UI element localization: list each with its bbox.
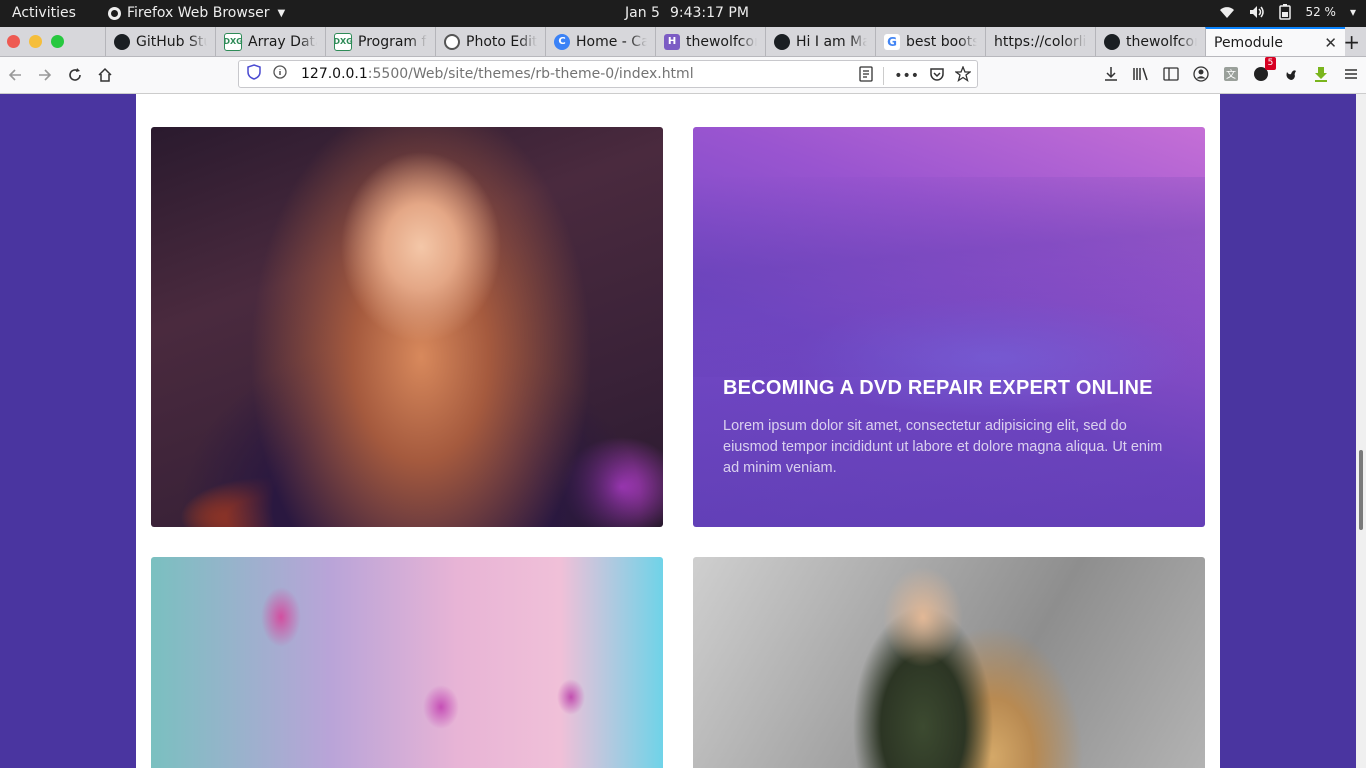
tab-label: GitHub Stu bbox=[136, 33, 207, 50]
tracking-protection-shield-icon[interactable] bbox=[247, 64, 261, 84]
dxg-icon: DXG bbox=[223, 32, 243, 51]
card-description: Lorem ipsum dolor sit amet, consectetur … bbox=[723, 418, 1163, 476]
tab-hi-i-am[interactable]: Hi I am Ma bbox=[765, 27, 875, 56]
github-icon bbox=[114, 33, 130, 50]
wifi-icon bbox=[1219, 5, 1235, 19]
tab-label: Program fo bbox=[358, 33, 427, 50]
tab-label: Photo Edit bbox=[466, 33, 537, 50]
tab-photo-edit[interactable]: Photo Edit bbox=[435, 27, 545, 56]
tab-best-boots[interactable]: G best boots bbox=[875, 27, 985, 56]
tab-label: Pemodule bbox=[1214, 34, 1284, 51]
scrollbar-thumb[interactable] bbox=[1359, 450, 1363, 530]
battery-icon bbox=[1279, 4, 1292, 20]
tab-label: Hi I am Ma bbox=[796, 33, 867, 50]
dxg-icon: DXG bbox=[333, 32, 353, 51]
new-tab-button[interactable]: + bbox=[1343, 30, 1360, 54]
downloads-icon[interactable] bbox=[1102, 65, 1120, 83]
extension-counter-icon[interactable]: 5 bbox=[1252, 57, 1276, 83]
activities-button[interactable]: Activities bbox=[12, 5, 76, 21]
tab-label: thewolfcon bbox=[686, 33, 757, 50]
extension-gnome-icon[interactable] bbox=[1282, 65, 1300, 83]
tab-thewolfcon-hashnode[interactable]: H thewolfcon bbox=[655, 27, 765, 56]
canva-icon: C bbox=[554, 33, 570, 50]
clock-date: Jan 5 bbox=[625, 5, 660, 21]
card-image-girl[interactable] bbox=[151, 127, 663, 527]
library-icon[interactable] bbox=[1132, 65, 1150, 83]
forward-arrow-icon[interactable] bbox=[35, 65, 55, 85]
tab-close-icon[interactable]: ✕ bbox=[1324, 34, 1337, 52]
account-icon[interactable] bbox=[1192, 65, 1210, 83]
url-divider bbox=[883, 67, 885, 85]
tab-home-canva[interactable]: C Home - Ca bbox=[545, 27, 655, 56]
sidebar-toggle-icon[interactable] bbox=[1162, 65, 1180, 83]
back-arrow-icon[interactable] bbox=[5, 65, 25, 85]
card-image-women-hiking[interactable] bbox=[693, 557, 1205, 768]
reload-icon[interactable] bbox=[65, 65, 85, 85]
github-icon bbox=[1104, 33, 1120, 50]
tab-github-stu[interactable]: GitHub Stu bbox=[105, 27, 215, 56]
url-text[interactable]: 127.0.0.1:5500/Web/site/themes/rb-theme-… bbox=[301, 66, 694, 82]
photo-icon bbox=[444, 33, 460, 50]
tab-thewolfcon-github[interactable]: thewolfcon bbox=[1095, 27, 1205, 56]
home-icon[interactable] bbox=[95, 65, 115, 85]
hashnode-icon: H bbox=[664, 33, 680, 50]
card-title[interactable]: BECOMING A DVD REPAIR EXPERT ONLINE bbox=[723, 377, 1173, 400]
toolbar-right-icons: 文 5 bbox=[1102, 57, 1360, 83]
google-icon: G bbox=[884, 33, 900, 50]
tab-strip: GitHub Stu DXG Array Data DXG Program fo… bbox=[0, 27, 1366, 57]
app-name: Firefox Web Browser bbox=[127, 5, 270, 21]
window-close-button[interactable] bbox=[7, 35, 20, 48]
clock-time: 9:43:17 PM bbox=[669, 5, 749, 21]
page-actions-more-icon[interactable]: ••• bbox=[894, 68, 919, 84]
window-minimize-button[interactable] bbox=[29, 35, 42, 48]
extension-download-green-icon[interactable] bbox=[1312, 65, 1330, 83]
notification-badge: 5 bbox=[1265, 57, 1276, 70]
firefox-app-icon bbox=[108, 6, 121, 20]
tab-program[interactable]: DXG Program fo bbox=[325, 27, 435, 56]
github-icon bbox=[774, 33, 790, 50]
page-scrollbar[interactable] bbox=[1356, 94, 1366, 768]
tab-label: Home - Ca bbox=[576, 33, 647, 50]
tab-colorlib[interactable]: https://colorlib bbox=[985, 27, 1095, 56]
navigation-toolbar: 127.0.0.1:5500/Web/site/themes/rb-theme-… bbox=[0, 57, 1366, 94]
page-container: BECOMING A DVD REPAIR EXPERT ONLINE Lore… bbox=[136, 94, 1220, 768]
system-top-bar: Activities Firefox Web Browser ▼ Jan 5 9:… bbox=[0, 0, 1366, 27]
tab-list: GitHub Stu DXG Array Data DXG Program fo… bbox=[105, 27, 1345, 56]
page-viewport: BECOMING A DVD REPAIR EXPERT ONLINE Lore… bbox=[0, 94, 1356, 768]
reader-view-icon[interactable] bbox=[859, 66, 873, 86]
site-info-icon[interactable] bbox=[273, 65, 287, 83]
url-host: 127.0.0.1 bbox=[301, 66, 368, 82]
window-maximize-button[interactable] bbox=[51, 35, 64, 48]
caret-down-icon: ▼ bbox=[277, 7, 286, 19]
tab-label: Array Data bbox=[248, 33, 317, 50]
pocket-icon[interactable] bbox=[929, 66, 945, 86]
card-coast-overlay[interactable]: BECOMING A DVD REPAIR EXPERT ONLINE Lore… bbox=[693, 127, 1205, 527]
url-bar[interactable]: 127.0.0.1:5500/Web/site/themes/rb-theme-… bbox=[238, 60, 978, 88]
bookmark-star-icon[interactable] bbox=[954, 65, 972, 86]
svg-text:文: 文 bbox=[1226, 68, 1236, 81]
app-menu[interactable]: Firefox Web Browser ▼ bbox=[108, 5, 285, 21]
tab-array-data[interactable]: DXG Array Data bbox=[215, 27, 325, 56]
url-path: :5500/Web/site/themes/rb-theme-0/index.h… bbox=[367, 66, 694, 82]
system-menu-caret-icon: ▾ bbox=[1349, 5, 1356, 19]
extension-translate-icon[interactable]: 文 bbox=[1222, 65, 1240, 83]
tab-label: https://colorlib bbox=[994, 33, 1087, 50]
clock[interactable]: Jan 5 9:43:17 PM bbox=[625, 5, 749, 21]
tab-label: best boots bbox=[906, 33, 977, 50]
hamburger-menu-icon[interactable] bbox=[1342, 65, 1360, 83]
volume-icon bbox=[1249, 5, 1265, 19]
system-tray[interactable]: 52 % ▾ bbox=[1219, 4, 1356, 20]
card-text-block: BECOMING A DVD REPAIR EXPERT ONLINE Lore… bbox=[723, 377, 1173, 479]
tab-pemodule-active[interactable]: Pemodule ✕ bbox=[1205, 27, 1345, 56]
battery-percent: 52 % bbox=[1305, 5, 1336, 19]
card-image-poppies[interactable] bbox=[151, 557, 663, 768]
tab-label: thewolfcon bbox=[1126, 33, 1197, 50]
